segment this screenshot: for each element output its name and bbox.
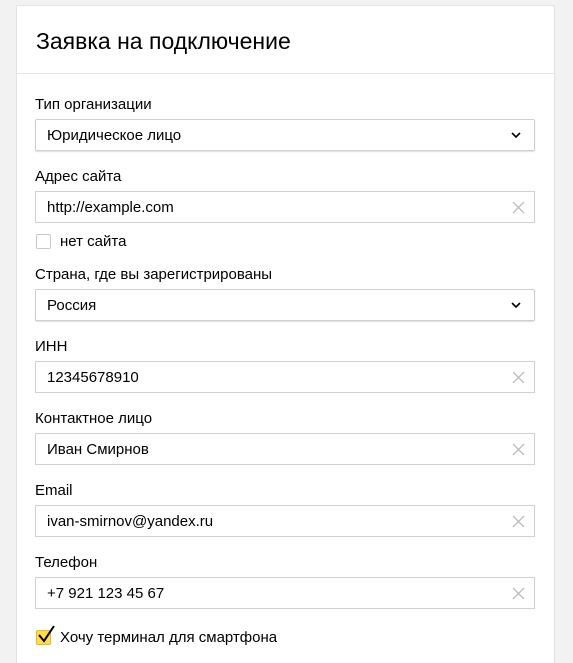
contact-input-value: Иван Смирнов <box>47 441 149 458</box>
inn-input-value: 12345678910 <box>47 369 139 386</box>
terminal-option[interactable]: Хочу терминал для смартфона <box>35 625 535 649</box>
terminal-label: Хочу терминал для смартфона <box>60 629 278 646</box>
card-header: Заявка на подключение <box>17 6 554 74</box>
clear-icon[interactable] <box>512 201 525 214</box>
phone-field: Телефон +7 921 123 45 67 <box>35 554 535 609</box>
no-site-checkbox[interactable] <box>36 234 51 249</box>
country-field: Страна, где вы зарегистрированы Россия <box>35 266 535 321</box>
inn-field: ИНН 12345678910 <box>35 338 535 393</box>
org-type-field: Тип организации Юридическое лицо <box>35 96 535 151</box>
email-input-value: ivan-smirnov@yandex.ru <box>47 513 214 530</box>
site-input[interactable]: http://example.com <box>35 191 535 223</box>
contact-field: Контактное лицо Иван Смирнов <box>35 410 535 465</box>
phone-label: Телефон <box>35 554 98 571</box>
site-input-value: http://example.com <box>47 199 174 216</box>
country-label: Страна, где вы зарегистрированы <box>35 266 273 283</box>
clear-icon[interactable] <box>512 587 525 600</box>
no-site-label: нет сайта <box>60 233 127 250</box>
checkmark-icon <box>38 625 55 643</box>
clear-icon[interactable] <box>512 515 525 528</box>
site-field: Адрес сайта http://example.com нет сайта <box>35 168 535 253</box>
org-type-select[interactable]: Юридическое лицо <box>35 119 535 151</box>
email-input[interactable]: ivan-smirnov@yandex.ru <box>35 505 535 537</box>
contact-input[interactable]: Иван Смирнов <box>35 433 535 465</box>
application-form-card: Заявка на подключение Тип организации Юр… <box>16 5 555 663</box>
email-field: Email ivan-smirnov@yandex.ru <box>35 482 535 537</box>
org-type-value: Юридическое лицо <box>47 127 182 144</box>
inn-input[interactable]: 12345678910 <box>35 361 535 393</box>
no-site-checkbox-row[interactable]: нет сайта <box>35 233 535 253</box>
chevron-down-icon <box>511 132 521 139</box>
phone-input-value: +7 921 123 45 67 <box>47 585 165 602</box>
clear-icon[interactable] <box>512 443 525 456</box>
terminal-checkbox-row[interactable]: Хочу терминал для смартфона <box>35 625 535 649</box>
page-title: Заявка на подключение <box>36 28 291 54</box>
org-type-label: Тип организации <box>35 96 152 113</box>
country-select[interactable]: Россия <box>35 289 535 321</box>
clear-icon[interactable] <box>512 371 525 384</box>
site-label: Адрес сайта <box>35 168 122 185</box>
country-value: Россия <box>47 297 97 314</box>
phone-input[interactable]: +7 921 123 45 67 <box>35 577 535 609</box>
inn-label: ИНН <box>35 338 68 355</box>
chevron-down-icon <box>511 302 521 309</box>
contact-label: Контактное лицо <box>35 410 153 427</box>
email-label: Email <box>35 482 73 499</box>
